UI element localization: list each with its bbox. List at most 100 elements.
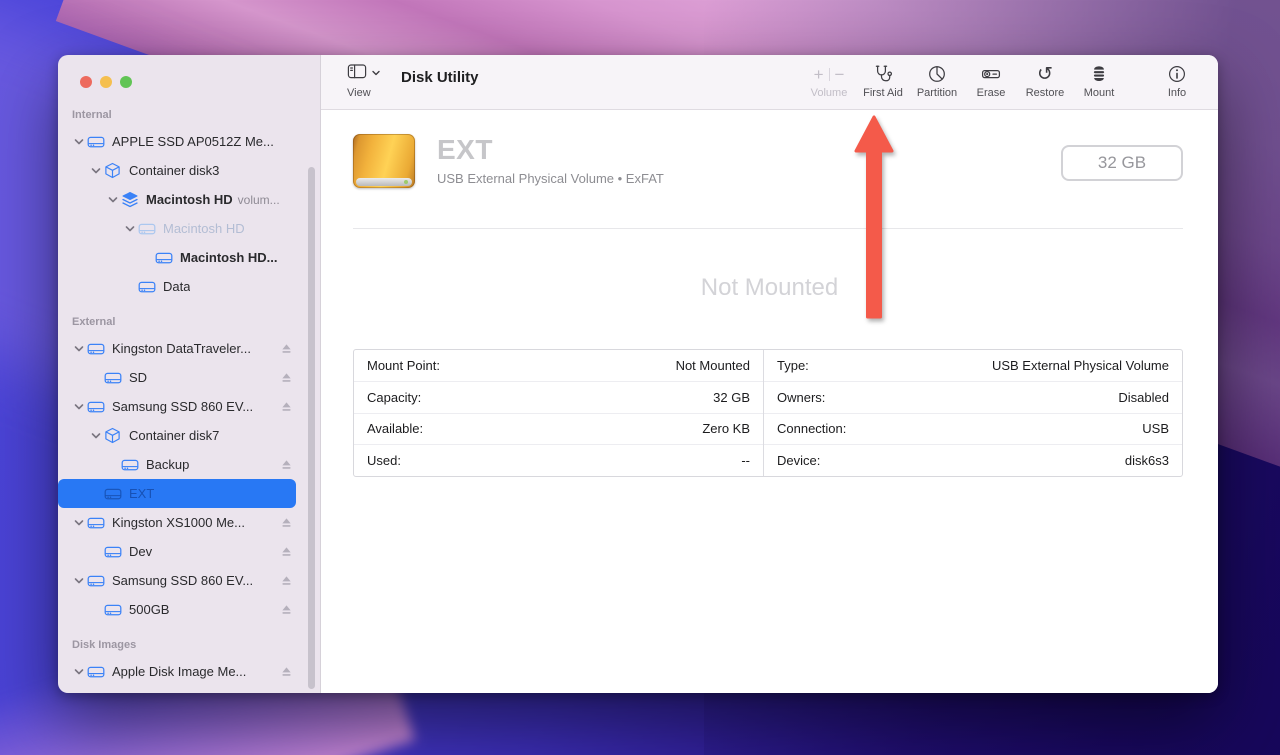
chevron-down-icon[interactable]: [70, 136, 87, 148]
sidebar-item-kingston-datatraveler[interactable]: Kingston DataTraveler...: [58, 334, 296, 363]
sidebar-item-apple-ssd-ap0512z-me[interactable]: APPLE SSD AP0512Z Me...: [58, 127, 296, 156]
toolbar-restore-button[interactable]: ↺Restore: [1020, 63, 1070, 99]
window-title: Disk Utility: [401, 69, 479, 86]
chevron-down-icon[interactable]: [121, 223, 138, 235]
sidebar-item-macintosh-hd[interactable]: Macintosh HD...: [58, 243, 296, 272]
chevron-down-icon[interactable]: [70, 401, 87, 413]
sidebar-item-backup[interactable]: Backup: [58, 450, 296, 479]
detail-value: Zero KB: [702, 421, 750, 436]
chevron-down-icon[interactable]: [104, 194, 121, 206]
sidebar-item-label: Data: [163, 279, 190, 294]
details-table: Mount Point:Not Mounted Capacity: 32 GB Ava…: [353, 349, 1183, 477]
detail-label: Used:: [367, 453, 401, 468]
chevron-down-icon[interactable]: [70, 575, 87, 587]
drive-icon: [104, 544, 128, 560]
chevron-down-icon[interactable]: [87, 165, 104, 177]
sidebar-item-label: EXT: [129, 486, 154, 501]
minimize-button[interactable]: [100, 76, 112, 88]
sidebar-item-samsung-ssd-860-ev[interactable]: Samsung SSD 860 EV...: [58, 566, 296, 595]
sidebar-item-label: Kingston XS1000 Me...: [112, 515, 245, 530]
size-badge: 32 GB: [1061, 145, 1183, 181]
toolbar-partition-button[interactable]: Partition: [912, 63, 962, 99]
chevron-down-icon[interactable]: [87, 430, 104, 442]
detail-row: Mount Point:Not Mounted: [354, 350, 763, 381]
toolbar-erase-button[interactable]: Erase: [966, 63, 1016, 99]
sidebar-item-macintosh-hd[interactable]: Macintosh HD: [58, 214, 296, 243]
toolbar: View Disk Utility +− Volume First Aid Parti…: [321, 55, 1218, 110]
toolbar-volume-button: +− Volume: [804, 63, 854, 99]
detail-value: Disabled: [1118, 390, 1169, 405]
toolbar-info-button[interactable]: Info: [1152, 63, 1202, 99]
detail-label: Available:: [367, 421, 423, 436]
header-divider: [353, 228, 1183, 229]
details-column-right: Type:USB External Physical VolumeOwners:…: [764, 350, 1182, 476]
mount-icon: [1088, 63, 1110, 85]
detail-label: Capacity:: [367, 390, 421, 405]
chevron-down-icon[interactable]: [70, 666, 87, 678]
eject-icon[interactable]: [281, 604, 292, 615]
detail-label: Connection:: [777, 421, 846, 436]
toolbar-first-aid-button[interactable]: First Aid: [858, 63, 908, 99]
drive-icon: [138, 279, 162, 295]
eject-icon[interactable]: [281, 546, 292, 557]
detail-row: Type:USB External Physical Volume: [764, 350, 1182, 381]
sidebar-item-dev[interactable]: Dev: [58, 537, 296, 566]
toolbar-first-aid-label: First Aid: [863, 87, 903, 99]
detail-value: Not Mounted: [676, 358, 750, 373]
sidebar-section: ExternalKingston DataTraveler...SDSamsun…: [58, 316, 320, 624]
sidebar-item-ext[interactable]: EXT: [58, 479, 296, 508]
view-button[interactable]: View: [347, 63, 381, 99]
sidebar-scrollbar[interactable]: [308, 167, 315, 689]
sidebar-item-kingston-xs1000-me[interactable]: Kingston XS1000 Me...: [58, 508, 296, 537]
sidebar-item-container-disk7[interactable]: Container disk7: [58, 421, 296, 450]
window-controls: [80, 76, 132, 88]
drive-icon: [87, 515, 111, 531]
sidebar-item-container-disk3[interactable]: Container disk3: [58, 156, 296, 185]
drive-icon: [138, 221, 162, 237]
drive-icon: [104, 486, 128, 502]
drive-icon: [104, 370, 128, 386]
detail-value: USB External Physical Volume: [992, 358, 1169, 373]
sidebar-item-samsung-ssd-860-ev[interactable]: Samsung SSD 860 EV...: [58, 392, 296, 421]
eject-icon[interactable]: [281, 666, 292, 677]
toolbar-partition-label: Partition: [917, 87, 957, 99]
sidebar-item-macintosh-hd[interactable]: Macintosh HDvolum...: [58, 185, 296, 214]
detail-row: Owners: Disabled: [764, 381, 1182, 413]
drive-icon: [104, 602, 128, 618]
close-button[interactable]: [80, 76, 92, 88]
chevron-down-icon: [371, 65, 381, 83]
eject-icon[interactable]: [281, 459, 292, 470]
toolbar-mount-button[interactable]: Mount: [1074, 63, 1124, 99]
details-column-left: Mount Point:Not Mounted Capacity: 32 GB Ava…: [354, 350, 764, 476]
cube-icon: [104, 427, 128, 444]
sidebar-tree: InternalAPPLE SSD AP0512Z Me...Container…: [58, 105, 320, 693]
sidebar-item-data[interactable]: Data: [58, 272, 296, 301]
eject-icon[interactable]: [281, 517, 292, 528]
volume-header: EXT USB External Physical Volume • ExFAT…: [353, 132, 1183, 188]
sidebar-item-500gb[interactable]: 500GB: [58, 595, 296, 624]
sidebar-item-label: Macintosh HD...: [180, 250, 278, 265]
mount-status-text: Not Mounted: [321, 274, 1218, 302]
detail-label: Device:: [777, 453, 820, 468]
detail-value: 32 GB: [713, 390, 750, 405]
chevron-down-icon[interactable]: [70, 517, 87, 529]
sidebar-item-apple-disk-image-me[interactable]: Apple Disk Image Me...: [58, 657, 296, 686]
cube-icon: [104, 162, 128, 179]
zoom-button[interactable]: [120, 76, 132, 88]
detail-row: Available: Zero KB: [354, 413, 763, 445]
eject-icon[interactable]: [281, 575, 292, 586]
drive-icon: [155, 250, 179, 266]
detail-label: Owners:: [777, 390, 825, 405]
eject-icon[interactable]: [281, 343, 292, 354]
eject-icon[interactable]: [281, 401, 292, 412]
toolbar-volume-label: Volume: [811, 87, 848, 99]
plus-minus-icon: +−: [809, 63, 850, 85]
sidebar-item-sd[interactable]: SD: [58, 363, 296, 392]
toolbar-mount-label: Mount: [1084, 87, 1115, 99]
sidebar-item-label: Macintosh HD: [146, 192, 233, 207]
eject-icon[interactable]: [281, 372, 292, 383]
sidebar-item-label: Container disk3: [129, 163, 219, 178]
chevron-down-icon[interactable]: [70, 343, 87, 355]
sidebar-section-title: Disk Images: [72, 639, 320, 651]
pie-icon: [926, 63, 948, 85]
